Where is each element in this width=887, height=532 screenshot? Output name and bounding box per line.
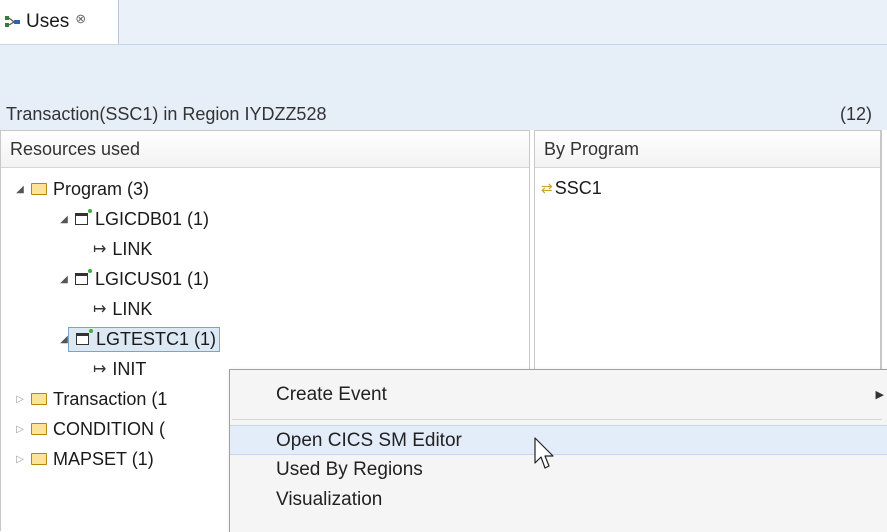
tree-item-init[interactable]: ↦ INIT [93,354,146,384]
page-title: Transaction(SSC1) in Region IYDZZ528 [6,104,327,124]
context-menu: Create Event ▶ Open CICS SM Editor Used … [229,369,887,532]
list-item-label: SSC1 [554,177,602,198]
tree-item-label: MAPSET (1) [53,448,154,469]
tree-item-lgtestc1[interactable]: ◢ LGTESTC1 (1) [57,324,221,354]
tree-item-link[interactable]: ↦ LINK [93,234,152,264]
tab-uses-label: Uses [26,11,70,32]
list-item-ssc1[interactable]: ⇄ SSC1 [541,173,602,203]
transaction-icon: ⇄ [541,179,553,196]
folder-icon [31,453,47,465]
tab-bar: Uses ⊗ [0,0,887,45]
mouse-cursor-icon [534,437,554,471]
collapse-icon[interactable]: ▷ [13,394,27,405]
tree-item-label: LINK [112,298,153,319]
submenu-arrow-icon: ▶ [875,389,884,401]
selected-node[interactable]: LGTESTC1 (1) [68,326,221,352]
collapse-icon[interactable]: ▷ [13,424,27,435]
program-icon [75,209,92,225]
tree-item-label: LGICDB01 (1) [95,208,210,229]
tree-item-link[interactable]: ↦ LINK [93,294,152,324]
folder-icon [31,393,47,405]
tree-item-label: Program (3) [53,178,150,199]
collapse-icon[interactable]: ▷ [13,454,27,465]
tree-item-condition[interactable]: ▷ CONDITION ( [13,414,165,444]
tree-item-label: CONDITION ( [53,418,165,439]
menu-item-open-cics-sm-editor[interactable]: Open CICS SM Editor [230,425,887,455]
menu-item-label: Open CICS SM Editor [276,430,462,451]
uses-view-icon [4,14,22,30]
tree-item-label: LGTESTC1 (1) [96,328,217,349]
close-icon[interactable]: ⊗ [75,11,86,27]
link-arrow-icon: ↦ [93,361,107,378]
tree-item-transaction[interactable]: ▷ Transaction (1 [13,384,167,414]
link-arrow-icon: ↦ [93,241,107,258]
tab-uses[interactable]: Uses ⊗ [0,0,119,44]
resource-count: (12) [839,104,872,124]
by-program-header[interactable]: By Program [535,131,880,168]
resources-used-header[interactable]: Resources used [1,131,529,168]
link-arrow-icon: ↦ [93,301,107,318]
expand-icon[interactable]: ◢ [57,214,71,225]
tree-item-label: Transaction (1 [53,388,168,409]
menu-separator [232,419,882,420]
menu-item-visualization[interactable]: Visualization [230,485,887,515]
tree-item-label: INIT [112,358,147,379]
folder-icon [31,423,47,435]
expand-icon[interactable]: ◢ [57,274,71,285]
program-icon [75,269,92,285]
menu-item-create-event[interactable]: Create Event ▶ [230,380,887,410]
tree-item-label: LINK [112,238,153,259]
uses-view: Uses ⊗ Transaction(SSC1) in Region IYDZZ… [0,0,887,532]
menu-item-label: Visualization [276,489,383,510]
tree-item-lgicus01[interactable]: ◢ LGICUS01 (1) [57,264,209,294]
menu-item-label: Create Event [276,384,387,405]
tree-item-label: LGICUS01 (1) [95,268,210,289]
folder-icon [31,183,47,195]
tree-item-lgicdb01[interactable]: ◢ LGICDB01 (1) [57,204,209,234]
tree-item-program[interactable]: ◢ Program (3) [13,174,149,204]
menu-item-label: Used By Regions [276,459,423,480]
menu-item-used-by-regions[interactable]: Used By Regions [230,455,887,485]
program-icon [76,329,93,345]
expand-icon[interactable]: ◢ [13,184,27,195]
tree-item-mapset[interactable]: ▷ MAPSET (1) [13,444,154,474]
